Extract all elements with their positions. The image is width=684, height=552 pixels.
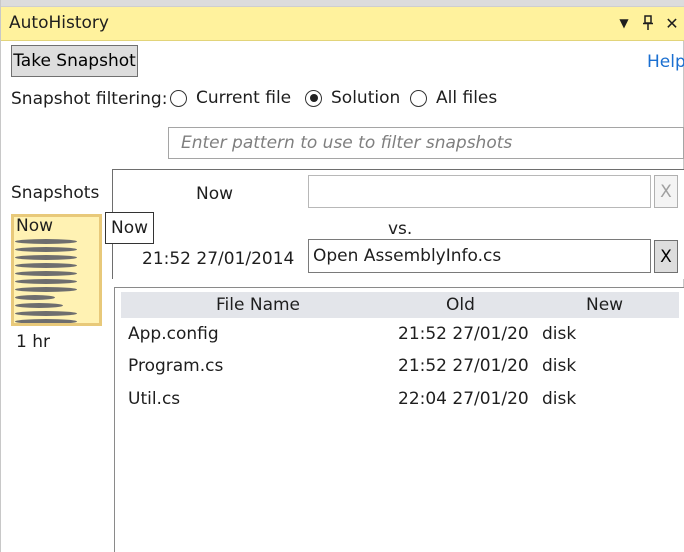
filter-pattern-input[interactable] (168, 127, 684, 159)
column-new[interactable]: New (586, 295, 623, 315)
new-cell: disk (542, 389, 577, 409)
radio-all-files-label: All files (436, 88, 498, 108)
timeline-tooltip: Now (105, 212, 154, 244)
snapshots-label: Snapshots (11, 183, 100, 203)
left-snapshot-input[interactable] (308, 175, 651, 208)
snapshot-timeline[interactable]: Now (11, 214, 102, 326)
old-cell: 22:04 27/01/20 (398, 389, 529, 409)
timeline-tick[interactable] (15, 239, 77, 244)
pin-icon-svg (643, 15, 653, 30)
clear-left-button[interactable]: X (654, 175, 678, 208)
old-cell: 21:52 27/01/20 (398, 324, 529, 344)
radio-all-files[interactable]: All files (410, 88, 497, 108)
radio-solution-circle[interactable] (305, 89, 322, 107)
radio-solution-label: Solution (331, 88, 401, 108)
column-file-name[interactable]: File Name (216, 295, 300, 315)
table-row[interactable]: Program.cs 21:52 27/01/20 disk (115, 352, 684, 382)
table-row[interactable]: Util.cs 22:04 27/01/20 disk (115, 385, 684, 415)
radio-current-file[interactable]: Current file (170, 88, 291, 108)
radio-all-files-circle[interactable] (410, 89, 427, 107)
timeline-tick[interactable] (15, 255, 77, 260)
autohistory-window: AutoHistory ▼ ✕ Take Snapshot Help Snaps… (0, 0, 684, 552)
new-cell: disk (542, 324, 577, 344)
timeline-tick[interactable] (15, 295, 55, 300)
title-bar[interactable]: AutoHistory ▼ ✕ (1, 7, 684, 41)
window-title: AutoHistory (9, 13, 109, 33)
title-controls: ▼ ✕ (615, 12, 681, 34)
compare-panel: Now X vs. 21:52 27/01/2014 X (112, 169, 684, 279)
new-cell: disk (542, 356, 577, 376)
radio-current-file-circle[interactable] (170, 89, 187, 107)
timeline-tick[interactable] (15, 279, 77, 284)
radio-solution[interactable]: Solution (305, 88, 400, 108)
timeline-tick[interactable] (15, 247, 77, 252)
column-old[interactable]: Old (446, 295, 475, 315)
timeline-tick[interactable] (15, 287, 77, 292)
close-icon[interactable]: ✕ (663, 12, 681, 34)
files-table-header: File Name Old New (121, 292, 679, 318)
old-cell: 21:52 27/01/20 (398, 356, 529, 376)
file-name-cell: Program.cs (128, 356, 224, 376)
dropdown-arrow-icon[interactable]: ▼ (615, 12, 633, 34)
pin-icon[interactable] (639, 12, 657, 34)
files-table: File Name Old New App.config 21:52 27/01… (114, 287, 684, 552)
timeline-tick[interactable] (15, 303, 63, 308)
timeline-tick[interactable] (15, 271, 77, 276)
file-name-cell: App.config (128, 324, 219, 344)
top-strip (1, 0, 684, 7)
snapshot-filtering-label: Snapshot filtering: (11, 89, 168, 109)
clear-right-button[interactable]: X (654, 240, 678, 273)
timeline-tick[interactable] (15, 311, 77, 316)
right-snapshot-input[interactable] (308, 239, 651, 273)
compare-right-time-label: 21:52 27/01/2014 (142, 249, 295, 269)
compare-now-label: Now (196, 184, 234, 204)
vs-label: vs. (388, 219, 413, 239)
timeline-tick[interactable] (15, 319, 77, 323)
file-name-cell: Util.cs (128, 389, 181, 409)
take-snapshot-button[interactable]: Take Snapshot (11, 45, 138, 77)
timeline-1hr-label: 1 hr (16, 332, 50, 352)
radio-current-file-label: Current file (196, 88, 292, 108)
timeline-now-label: Now (16, 216, 54, 236)
table-row[interactable]: App.config 21:52 27/01/20 disk (115, 320, 684, 350)
timeline-tick[interactable] (15, 263, 77, 268)
help-link[interactable]: Help (647, 52, 684, 72)
